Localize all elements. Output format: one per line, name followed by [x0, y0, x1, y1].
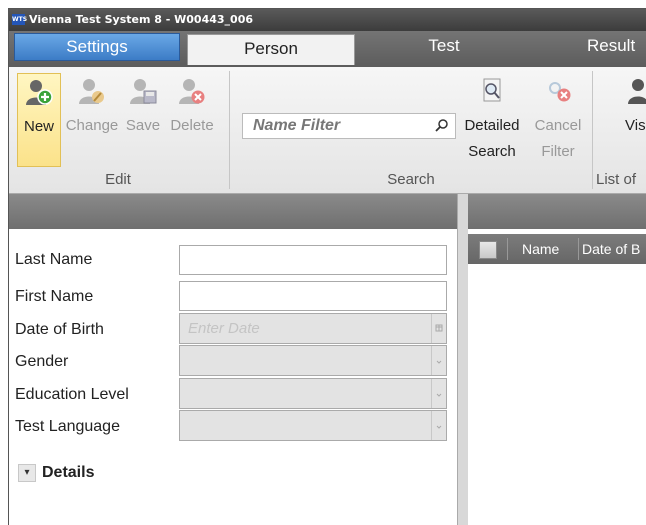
person-icon — [628, 79, 646, 104]
add-person-icon — [26, 80, 53, 105]
grid-header-row: Name Date of B — [468, 234, 646, 264]
list-header — [468, 194, 646, 229]
column-divider — [578, 238, 579, 260]
ribbon: New Change Save Delete Edit Name Filter … — [9, 67, 646, 194]
last-name-field[interactable] — [179, 245, 447, 275]
cancel-search-icon — [549, 82, 571, 102]
window-title: Vienna Test System 8 - W00443_006 — [29, 13, 253, 26]
list-group-label: List of — [596, 171, 637, 188]
test-language-select[interactable] — [179, 410, 447, 441]
app-logo: WTS — [12, 14, 28, 25]
column-divider — [507, 238, 508, 260]
chevron-down-icon: ▾ — [18, 464, 36, 482]
visible-label: Vis — [625, 117, 646, 134]
cancel-filter-label-1: Cancel — [534, 117, 582, 134]
edit-group-label: Edit — [105, 171, 131, 188]
cancel-filter-button[interactable]: Cancel Filter — [529, 73, 587, 165]
last-name-label: Last Name — [15, 251, 93, 268]
tab-test[interactable]: Test — [394, 33, 494, 59]
chevron-down-icon[interactable] — [431, 411, 446, 440]
search-icon — [435, 119, 448, 132]
change-label: Change — [65, 117, 119, 134]
magnifier-document-icon — [483, 78, 501, 102]
ribbon-separator — [229, 71, 230, 189]
chevron-down-icon[interactable] — [431, 346, 446, 375]
search-group-label: Search — [387, 171, 435, 188]
gender-label: Gender — [15, 353, 69, 370]
save-person-icon — [130, 79, 157, 104]
first-name-field[interactable] — [179, 281, 447, 311]
save-label: Save — [125, 117, 161, 134]
delete-person-button[interactable]: Delete — [165, 73, 219, 165]
first-name-label: First Name — [15, 288, 94, 305]
new-person-button[interactable]: New — [17, 73, 61, 167]
chevron-down-icon[interactable] — [431, 379, 446, 408]
detailed-search-button[interactable]: Detailed Search — [457, 73, 527, 165]
person-list-panel: Name Date of B — [468, 194, 646, 525]
education-level-label: Education Level — [15, 386, 129, 403]
delete-person-icon — [179, 79, 205, 104]
detailed-search-label-2: Search — [468, 143, 516, 160]
gender-select[interactable] — [179, 345, 447, 376]
title-bar: WTS Vienna Test System 8 - W00443_006 — [9, 9, 646, 31]
tab-person[interactable]: Person — [187, 34, 355, 65]
column-header-date-of-birth[interactable]: Date of B — [582, 241, 640, 257]
tab-settings[interactable]: Settings — [14, 33, 180, 61]
change-person-button[interactable]: Change — [63, 73, 121, 165]
delete-label: Delete — [170, 117, 214, 134]
select-all-checkbox[interactable] — [479, 241, 497, 259]
details-label: Details — [42, 464, 95, 482]
tab-result[interactable]: Result — [587, 33, 646, 59]
app-window: WTS Vienna Test System 8 - W00443_006 Se… — [8, 8, 646, 525]
tab-strip: Settings Person Test Result — [9, 31, 646, 67]
edit-person-icon — [79, 79, 104, 104]
date-of-birth-label: Date of Birth — [15, 321, 104, 338]
name-filter-input[interactable] — [251, 116, 425, 136]
education-level-select[interactable] — [179, 378, 447, 409]
person-form-panel: Last Name First Name Date of Birth Enter… — [9, 194, 457, 525]
form-header — [9, 194, 457, 229]
calendar-icon[interactable] — [431, 314, 446, 343]
date-of-birth-field[interactable]: Enter Date — [179, 313, 447, 344]
column-header-name[interactable]: Name — [522, 241, 559, 257]
detailed-search-label-1: Detailed — [464, 117, 520, 134]
ribbon-separator — [592, 71, 593, 189]
details-expander[interactable]: ▾ Details — [18, 464, 94, 482]
visible-button[interactable]: Vis — [611, 73, 646, 165]
cancel-filter-label-2: Filter — [541, 143, 575, 160]
date-placeholder: Enter Date — [188, 320, 260, 337]
test-language-label: Test Language — [15, 418, 120, 435]
save-person-button[interactable]: Save — [123, 73, 163, 165]
new-label: New — [23, 118, 54, 135]
name-filter-box[interactable] — [242, 113, 456, 139]
